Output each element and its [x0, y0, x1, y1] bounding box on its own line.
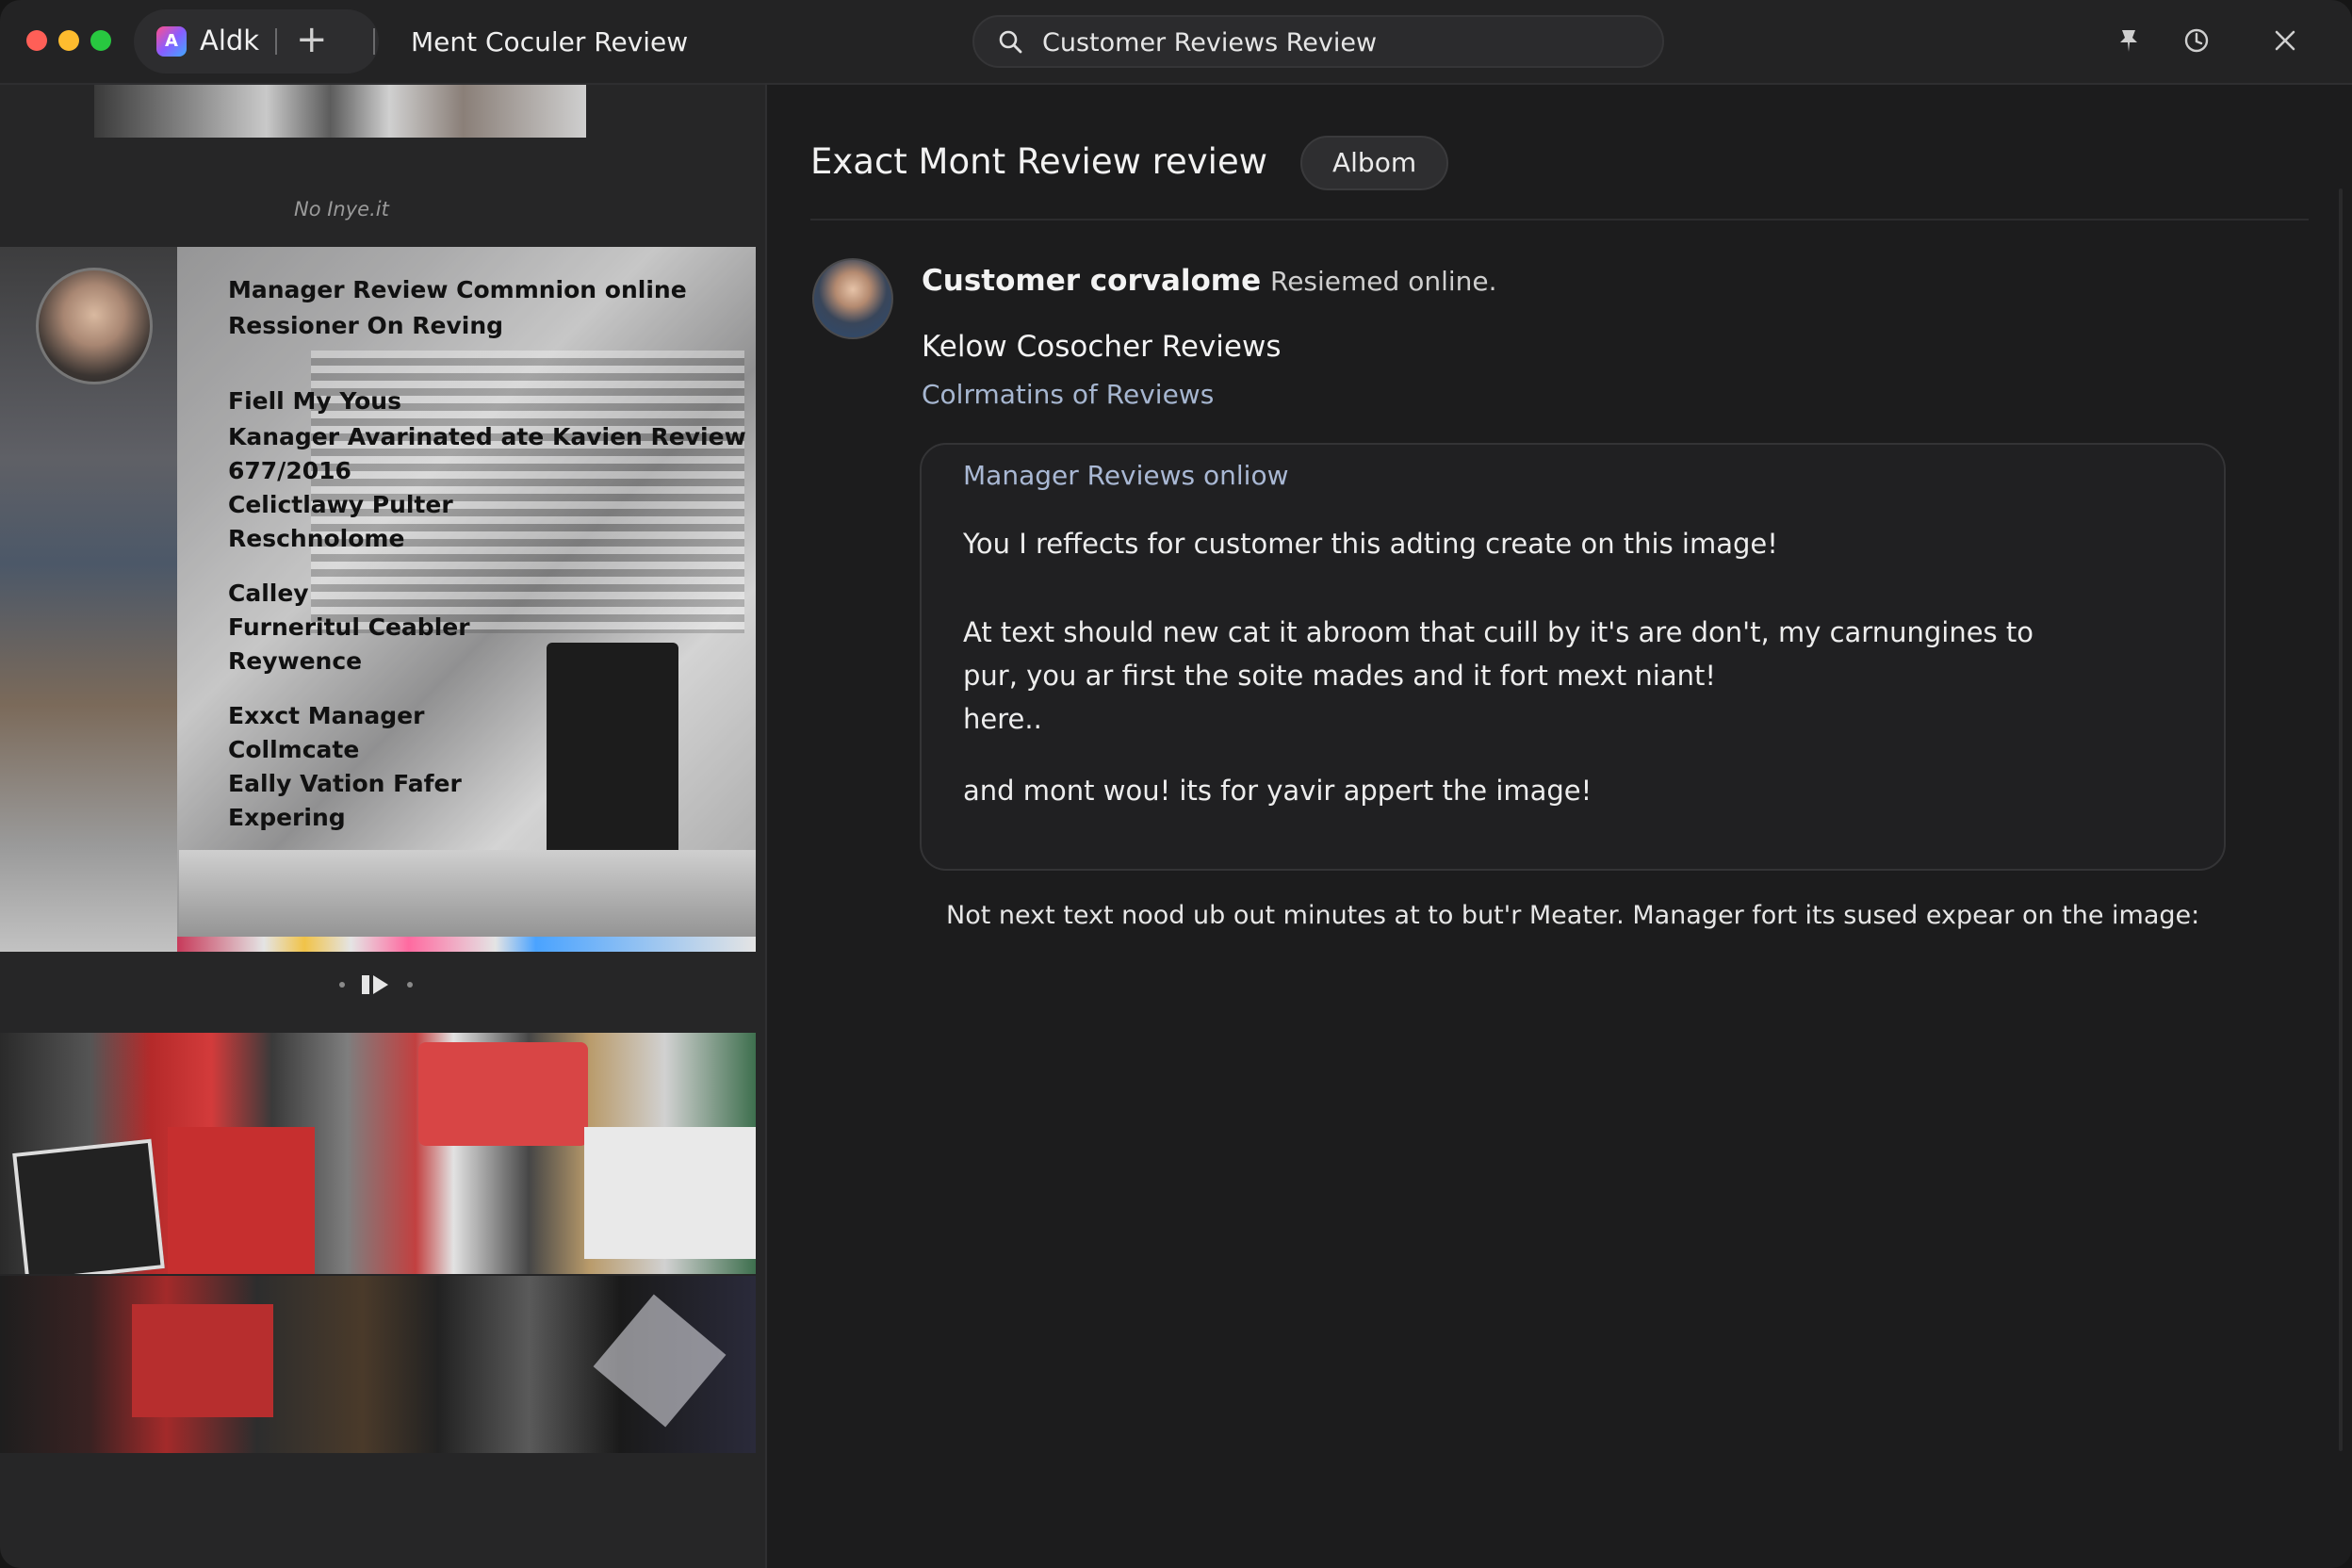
window-title: Ment Coculer Review: [411, 26, 689, 57]
author-line: Customer corvalome Resiemed online.: [922, 264, 1497, 298]
app-name: Aldk: [200, 24, 260, 57]
review-subtitle: Kelow Cosocher Reviews: [922, 330, 1282, 364]
card-text-line: Manager Review Commnion online: [228, 276, 687, 303]
collage-box: [593, 1294, 727, 1428]
gallery-pager[interactable]: [335, 971, 420, 999]
card-text-line: Calley: [228, 580, 309, 607]
card-text-line: Eally Vation Fafer: [228, 770, 462, 797]
footer-note: Not next text nood ub out minutes at to …: [946, 901, 2200, 930]
avatar[interactable]: [812, 258, 893, 339]
card-text-line: Collmcate: [228, 736, 360, 763]
new-tab-button[interactable]: +: [296, 17, 328, 62]
collage-box: [418, 1042, 588, 1146]
play-pause-icon[interactable]: [356, 971, 398, 999]
app-window: A Aldk + Ment Coculer Review Customer Re…: [0, 0, 2352, 1568]
collage-box: [584, 1127, 756, 1259]
author-name[interactable]: Customer corvalome: [922, 264, 1261, 298]
header-divider: [810, 219, 2309, 220]
card-text-line: Expering: [228, 804, 346, 831]
author-status: Resiemed online.: [1270, 266, 1497, 297]
clock-icon[interactable]: [2182, 26, 2211, 55]
minimize-window-button[interactable]: [58, 30, 79, 51]
card-text-line: Kanager Avarinated ate Kavien Review: [228, 423, 746, 450]
product-collage-image[interactable]: [0, 1276, 756, 1453]
search-icon: [999, 30, 1022, 54]
close-icon[interactable]: [2271, 26, 2299, 55]
card-text-line: Furneritul Ceabler: [228, 613, 470, 641]
card-heading: Manager Reviews onliow: [963, 460, 1289, 491]
collage-box: [132, 1304, 273, 1417]
card-text-line: Exxct Manager: [228, 702, 425, 729]
card-color-bar: [177, 937, 756, 952]
featured-photo-card[interactable]: Manager Review Commnion online Ressioner…: [0, 247, 756, 952]
card-text-line: Reschnolome: [228, 525, 405, 552]
card-paragraph: At text should new cat it abroom that cu…: [963, 616, 2034, 648]
collage-box: [12, 1138, 165, 1274]
reviewer-avatar: [36, 268, 153, 384]
card-paragraph: here..: [963, 703, 1042, 735]
tab-separator: [275, 28, 277, 55]
card-paragraph: You I reffects for customer this adting …: [963, 528, 1778, 560]
thumbnail-strip[interactable]: [94, 85, 586, 138]
pin-icon[interactable]: [2115, 26, 2143, 55]
tab-separator: [373, 28, 375, 55]
card-text-line: Ressioner On Reving: [228, 312, 504, 339]
reviews-link[interactable]: Colrmatins of Reviews: [922, 379, 1214, 410]
pager-dot[interactable]: [407, 982, 413, 988]
zoom-window-button[interactable]: [90, 30, 111, 51]
scrollbar[interactable]: [2339, 188, 2343, 1451]
left-gallery-panel: No Inye.it Manager Review Commnion onlin…: [0, 85, 765, 1568]
collage-box: [168, 1127, 315, 1274]
card-paragraph: and mont wou! its for yavir appert the i…: [963, 775, 1592, 807]
page-title: Exact Mont Review review: [810, 141, 1267, 182]
card-paragraph: pur, you ar first the soite mades and it…: [963, 660, 1717, 692]
card-text-line: Fiell My Yous: [228, 387, 401, 415]
album-tag-button[interactable]: Albom: [1300, 136, 1449, 190]
search-bar[interactable]: Customer Reviews Review: [972, 15, 1664, 68]
close-window-button[interactable]: [26, 30, 47, 51]
gallery-caption: No Inye.it: [294, 198, 389, 220]
app-logo-icon: A: [156, 26, 187, 57]
card-text-line: 677/2016: [228, 457, 351, 484]
pager-dot[interactable]: [339, 982, 345, 988]
product-collage-image[interactable]: [0, 1033, 756, 1274]
card-text-line: Reywence: [228, 647, 363, 675]
search-input[interactable]: Customer Reviews Review: [1042, 28, 1377, 57]
card-text-line: Celictlawy Pulter: [228, 491, 453, 518]
